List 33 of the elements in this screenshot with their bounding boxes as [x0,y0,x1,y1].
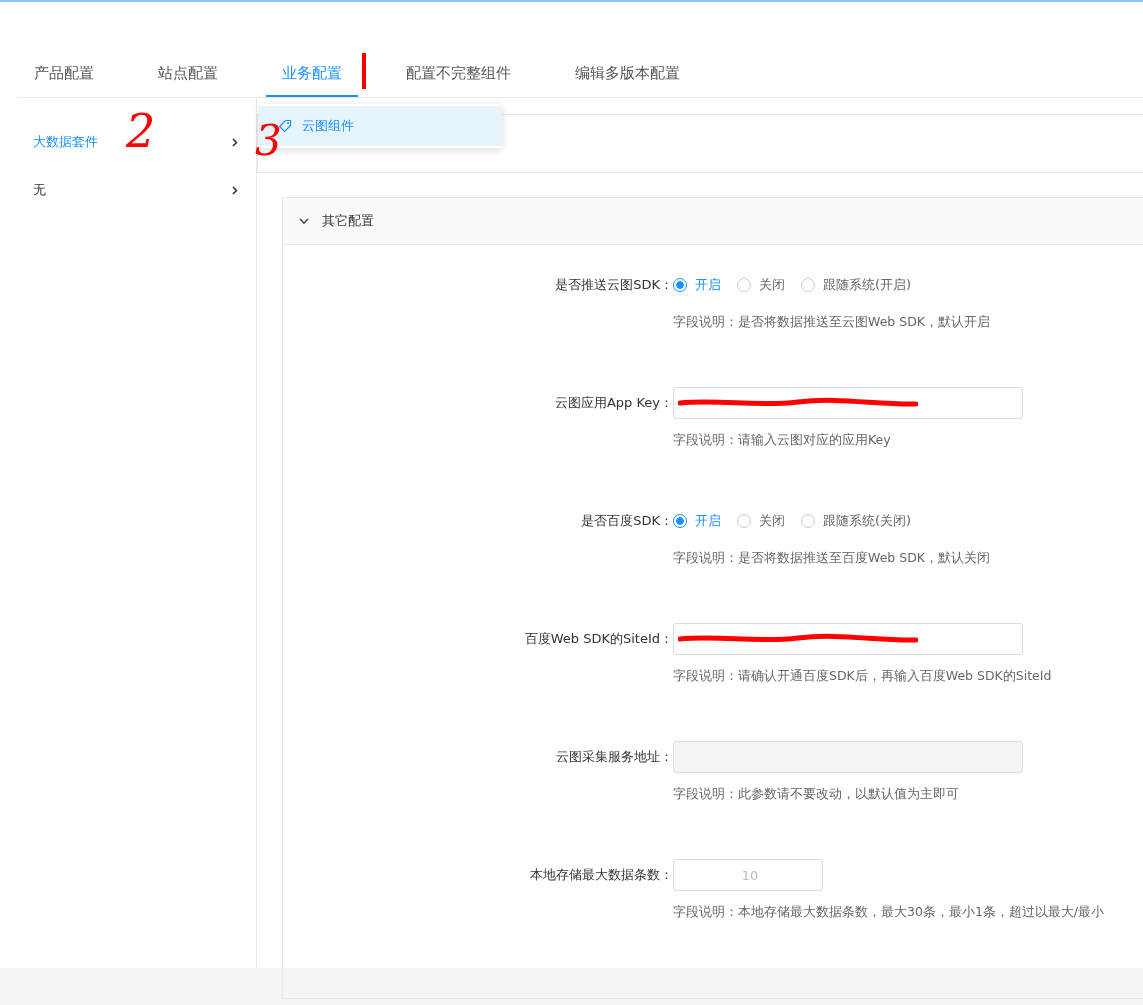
help-text: 字段说明：此参数请不要改动，以默认值为主即可 [673,786,960,803]
tag-icon [278,119,292,133]
field-label: 云图应用App Key： [553,394,673,412]
help-text: 字段说明：是否将数据推送至百度Web SDK，默认关闭 [673,550,991,567]
tab[interactable]: 配置不完整组件 [390,51,527,97]
panel-header[interactable]: 其它配置 [283,198,1143,245]
help-text: 字段说明：本地存储最大数据条数，最大30条，最小1条，超过以最大/最小 [673,904,1106,921]
help-text: 字段说明：是否将数据推送至云图Web SDK，默认开启 [673,314,991,331]
radio-option[interactable]: 关闭 [737,276,785,294]
chevron-right-icon [232,185,238,195]
radio-option[interactable]: 跟随系统(开启) [801,276,912,294]
input-field[interactable] [673,387,1023,419]
sidebar-item[interactable]: 大数据套件 [33,133,98,151]
help-text: 字段说明：请输入云图对应的应用Key [673,432,892,449]
chevron-right-icon [232,137,238,147]
tab[interactable]: 编辑多版本配置 [559,51,696,97]
field-label: 是否百度SDK： [580,512,673,530]
sidebar-item[interactable]: 无 [33,181,46,199]
input-field[interactable] [673,623,1023,655]
field-label: 是否推送云图SDK： [554,276,673,294]
annotation-number: 2 [126,108,156,154]
radio-option[interactable]: 开启 [673,512,721,530]
tab[interactable]: 站点配置 [142,51,234,97]
field-label: 本地存储最大数据条数： [529,866,673,884]
radio-option[interactable]: 关闭 [737,512,785,530]
field-label: 百度Web SDK的SiteId： [523,630,673,648]
help-text: 字段说明：请确认开通百度SDK后，再输入百度Web SDK的SiteId [673,668,1053,685]
radio-option[interactable]: 跟随系统(关闭) [801,512,912,530]
radio-option[interactable]: 开启 [673,276,721,294]
field-label: 云图采集服务地址： [555,748,673,766]
tab[interactable]: 产品配置 [18,51,110,97]
chevron-down-icon [299,216,309,226]
tab[interactable]: 业务配置 [266,51,358,97]
